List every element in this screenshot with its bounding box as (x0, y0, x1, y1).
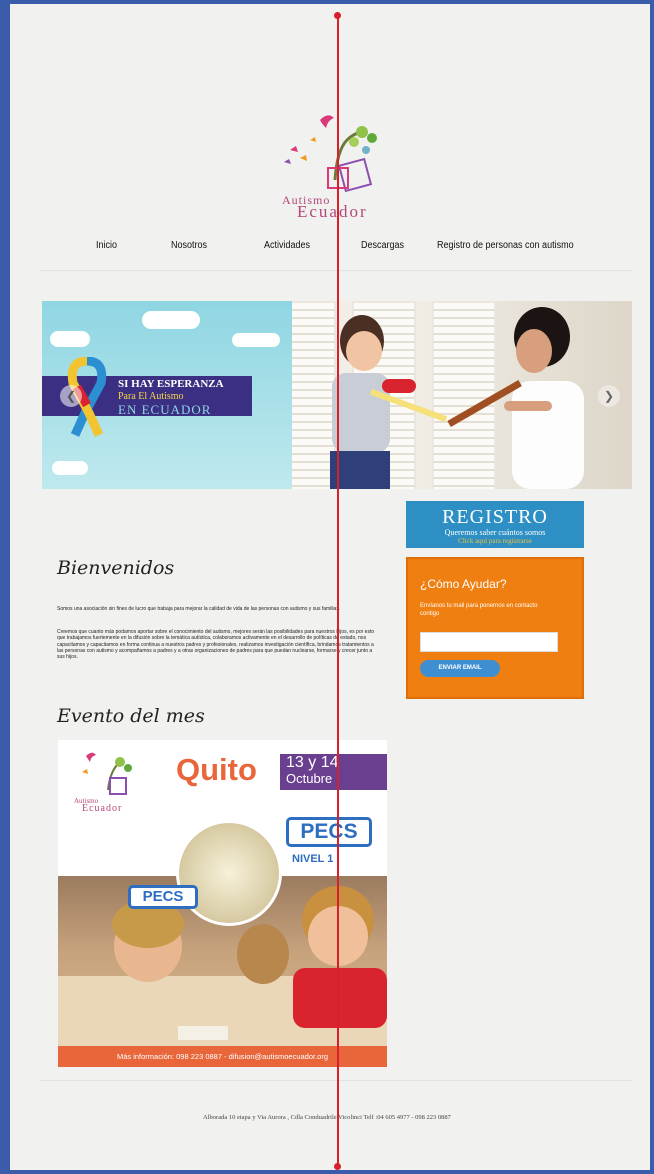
chevron-right-icon[interactable]: ❯ (598, 385, 620, 407)
poster-logo-text-bottom: Ecuador (82, 803, 123, 814)
registro-title: REGISTRO (442, 506, 548, 528)
main-nav: Inicio Nosotros Actividades Descargas Re… (0, 240, 654, 256)
intro-paragraph-2: Creemos que cuanto más podamos aportar s… (57, 629, 375, 661)
pecs-logo-small: PECS (128, 885, 198, 909)
pecs-logo-large: PECS (286, 817, 372, 847)
chevron-left-icon[interactable]: ❮ (60, 385, 82, 407)
poster-date-days: 13 y 14 (286, 754, 339, 771)
poster-level: NIVEL 1 (292, 853, 334, 865)
registro-banner[interactable]: REGISTRO Queremos saber cuántos somos Cl… (406, 501, 584, 548)
registro-cta: Click aquí para registrarse (458, 537, 532, 545)
welcome-heading: Bienvenidos (57, 557, 175, 579)
nav-item-nosotros[interactable]: Nosotros (171, 240, 207, 251)
guide-handle-bottom[interactable] (334, 1163, 341, 1170)
hero-headline-3: EN ECUADOR (118, 402, 212, 417)
guide-handle-top[interactable] (334, 12, 341, 19)
send-email-button[interactable]: ENVIAR EMAIL (420, 660, 500, 677)
poster-city: Quito (176, 752, 257, 787)
footer-address: Alborada 10 etapa y Via Aurora , Cdla Co… (203, 1114, 451, 1121)
poster-logo-icon (82, 752, 132, 795)
hero-headline-2: Para El Autismo (118, 391, 184, 402)
nav-item-inicio[interactable]: Inicio (96, 240, 117, 251)
event-heading: Evento del mes (57, 705, 205, 727)
intro-paragraph-1: Somos una asociación sin fines de lucro … (57, 606, 341, 612)
help-title: ¿Cómo Ayudar? (420, 577, 507, 591)
email-field[interactable] (420, 632, 558, 652)
poster-circle-photo (176, 820, 282, 926)
nav-item-registro[interactable]: Registro de personas con autismo (437, 240, 574, 251)
header-divider (40, 270, 632, 271)
footer-divider (40, 1080, 632, 1081)
help-text: Envíanos tu mail para ponernos en contac… (420, 603, 538, 617)
hero-headline-1: SI HAY ESPERANZA (118, 378, 224, 390)
help-widget: ¿Cómo Ayudar? Envíanos tu mail para pone… (406, 557, 584, 699)
nav-item-actividades[interactable]: Actividades (264, 240, 310, 251)
nav-item-descargas[interactable]: Descargas (361, 240, 404, 251)
logo-text-bottom: Ecuador (297, 202, 368, 221)
poster-date-month: Octubre (286, 771, 333, 786)
registro-subtitle: Queremos saber cuántos somos (444, 528, 546, 537)
guide-line (337, 14, 339, 1168)
